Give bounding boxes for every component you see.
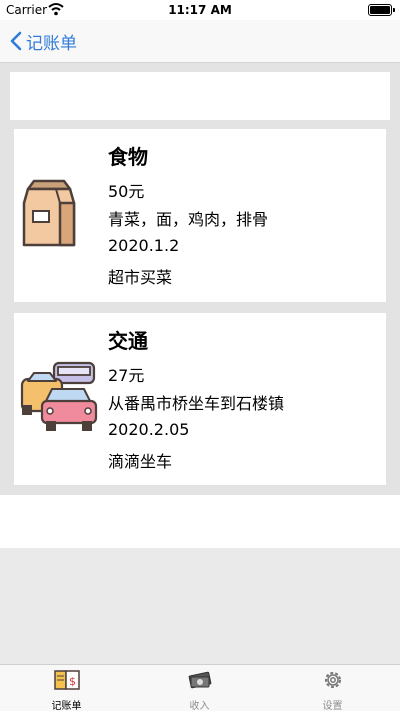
chevron-left-icon	[10, 31, 22, 51]
tab-bar: $ 记账单 收入 设置	[0, 664, 400, 712]
record-note: 超市买菜	[108, 268, 173, 287]
record-amount: 50元	[108, 182, 145, 201]
empty-header-card	[10, 72, 390, 120]
money-icon	[188, 671, 211, 689]
blank-area	[0, 495, 400, 548]
record-title: 食物	[108, 145, 148, 169]
ledger-icon: $	[53, 670, 80, 690]
record-items: 青菜，面，鸡肉，排骨	[108, 210, 269, 229]
battery-icon	[368, 4, 395, 16]
back-button[interactable]: 记账单	[10, 26, 77, 56]
status-bar: Carrier 11:17 AM	[0, 0, 400, 20]
cars-icon	[20, 361, 98, 431]
record-items: 从番禺市桥坐车到石楼镇	[108, 394, 285, 413]
svg-text:$: $	[69, 675, 76, 688]
gear-icon	[324, 672, 341, 688]
status-time: 11:17 AM	[168, 3, 232, 17]
record-list: 食物 50元 青菜，面，鸡肉，排骨 2020.1.2 超市买菜 交通 27元 从…	[0, 63, 400, 495]
record-card-transport[interactable]: 交通 27元 从番禺市桥坐车到石楼镇 2020.2.05 滴滴坐车	[14, 313, 386, 485]
tab-income[interactable]: 收入	[133, 669, 266, 712]
record-card-food[interactable]: 食物 50元 青菜，面，鸡肉，排骨 2020.1.2 超市买菜	[14, 129, 386, 302]
record-note: 滴滴坐车	[108, 452, 173, 471]
record-date: 2020.2.05	[108, 420, 190, 439]
record-title: 交通	[108, 329, 148, 353]
tab-settings[interactable]: 设置	[266, 669, 399, 712]
record-date: 2020.1.2	[108, 236, 180, 255]
record-amount: 27元	[108, 366, 145, 385]
navigation-bar: 记账单	[0, 20, 400, 63]
tab-ledger[interactable]: $ 记账单	[0, 669, 133, 712]
food-bag-icon	[22, 179, 76, 247]
back-button-label: 记账单	[26, 33, 77, 54]
blank-area-gray	[0, 548, 400, 664]
